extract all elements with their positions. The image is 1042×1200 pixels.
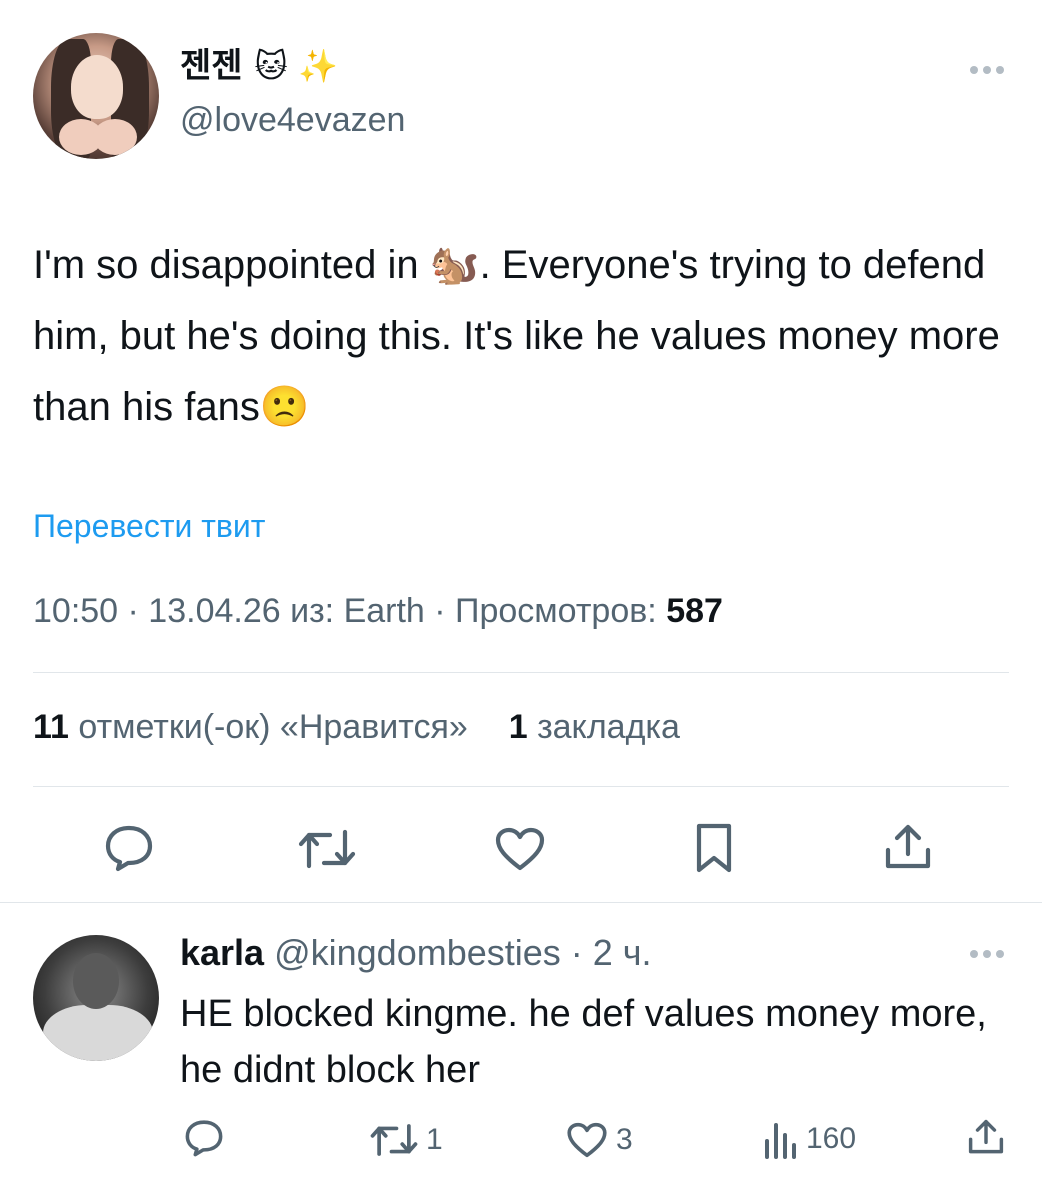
tweet-action-bar	[0, 818, 1042, 878]
tweet-meta: 10:50 · 13.04.26 из: Earth · Просмотров:…	[33, 592, 723, 631]
reply-text: HE blocked kingme. he def values money m…	[180, 993, 987, 1091]
share-icon	[885, 824, 931, 869]
bookmark-icon	[696, 823, 732, 873]
likes-stat[interactable]: 11 отметки(-ок) «Нравится»	[33, 708, 468, 746]
author-display-name[interactable]: 젠젠 🐱 ✨	[180, 46, 405, 86]
retweet-icon	[370, 1124, 418, 1156]
author-name-block[interactable]: 젠젠 🐱 ✨ @love4evazen	[180, 46, 405, 142]
bookmark-button[interactable]	[694, 822, 734, 874]
tweet-timestamp-source: 10:50 · 13.04.26 из: Earth · Просмотров:	[33, 592, 667, 630]
like-button[interactable]	[494, 826, 546, 872]
like-icon	[567, 1122, 607, 1158]
reply-handle-time[interactable]: @kingdombesties · 2 ч.	[274, 932, 651, 973]
share-icon	[968, 1119, 1004, 1154]
reply-action-bar: 1 3 160	[0, 1115, 1042, 1165]
divider	[33, 786, 1009, 787]
tweet-detail-page: 젠젠 🐱 ✨ @love4evazen I'm so disappointed …	[0, 0, 1042, 1200]
share-button[interactable]	[882, 822, 934, 872]
divider	[33, 672, 1009, 673]
tweet-text: I'm so disappointed in 🐿️. Everyone's tr…	[33, 243, 1000, 429]
reply-retweet-button[interactable]: 1	[370, 1121, 443, 1159]
reply-share-button[interactable]	[966, 1117, 1006, 1157]
divider	[0, 902, 1042, 903]
reply-author-avatar[interactable]	[33, 935, 159, 1061]
reply-like-button[interactable]: 3	[566, 1121, 633, 1159]
author-handle[interactable]: @love4evazen	[180, 98, 405, 142]
reply-button[interactable]	[104, 824, 154, 872]
reply-icon	[185, 1120, 223, 1157]
bookmarks-stat[interactable]: 1 закладка	[509, 708, 680, 746]
more-options-icon[interactable]	[970, 66, 1004, 74]
reply-header: karla @kingdombesties · 2 ч.	[180, 930, 652, 976]
view-count: 587	[666, 592, 723, 630]
like-icon	[495, 827, 545, 871]
reply-icon	[105, 825, 153, 872]
retweet-button[interactable]	[298, 826, 356, 872]
reply-like-count: 3	[616, 1123, 633, 1156]
engagement-stats: 11 отметки(-ок) «Нравится» 1 закладка	[33, 708, 680, 747]
reply-reply-button[interactable]	[184, 1119, 224, 1157]
reply-view-count: 160	[806, 1122, 857, 1155]
reply-retweet-count: 1	[426, 1123, 443, 1156]
author-avatar[interactable]	[33, 33, 159, 159]
reply-more-options-icon[interactable]	[970, 950, 1004, 958]
retweet-icon	[298, 829, 356, 869]
reply-author-name[interactable]: karla	[180, 932, 264, 973]
cat-sparkles-emoji: 🐱 ✨	[254, 47, 338, 85]
reply-views-button[interactable]: 160	[762, 1119, 856, 1159]
translate-tweet-link[interactable]: Перевести твит	[33, 508, 265, 545]
views-icon	[765, 1123, 796, 1159]
